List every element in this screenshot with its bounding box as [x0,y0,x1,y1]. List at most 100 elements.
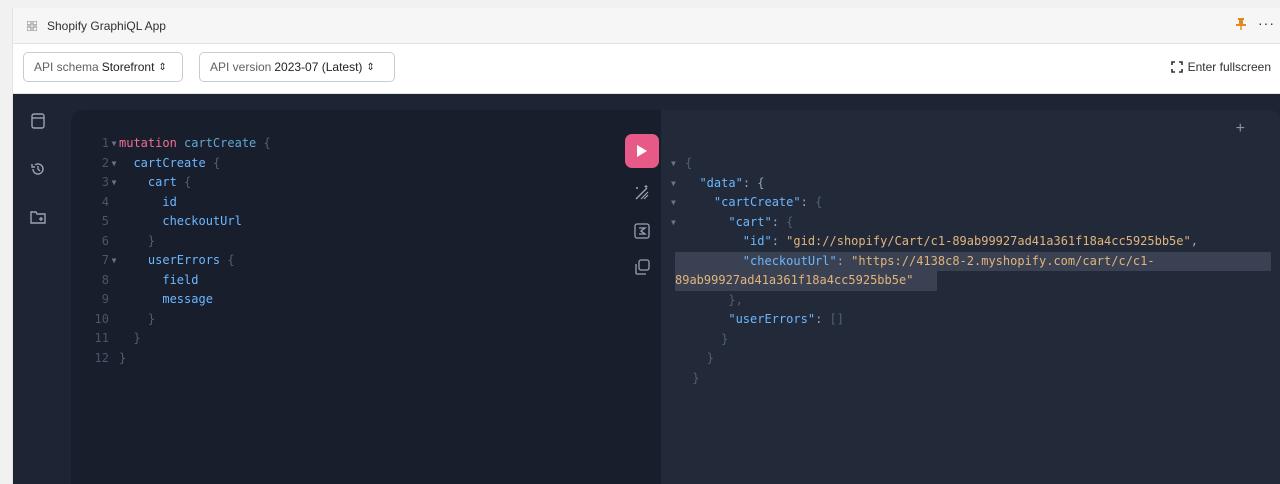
field-name: id [162,194,177,209]
fullscreen-icon [1170,61,1183,73]
code-line: 3 ▼ cart { [71,173,271,193]
api-schema-value: Storefront [101,60,155,74]
line-number: 3 [101,175,109,189]
response-value: "gid://shopify/Cart/c1-89ab99927ad41a361… [786,234,1191,248]
fold-icon [109,232,119,252]
response-line: ▼{ [671,154,1280,174]
line-number: 5 [101,214,109,228]
response-key: "userErrors" [728,312,816,326]
response-value: 89ab99927ad41a361f18a4cc5925bb5e" [675,273,914,287]
brace: } [119,350,127,365]
response-line: "id": "gid://shopify/Cart/c1-89ab99927ad… [742,234,1198,248]
field-name: field [162,272,199,287]
merge-fragments-icon[interactable] [631,220,653,242]
api-version-select[interactable]: API version 2023-07 (Latest) ⇕ [199,52,395,82]
fold-icon [109,271,119,291]
response-line: ▼ "cart": { [671,213,1280,233]
pin-icon[interactable] [1236,17,1246,35]
fold-icon[interactable]: ▼ [671,193,676,213]
play-icon [637,145,647,157]
code-line: 12} [71,349,271,369]
code-line: 8 field [71,271,271,291]
query-editor[interactable]: 1 ▼ mutation cartCreate { 2 ▼ cartCreate { … [71,110,661,484]
response-value: "https://4138c8-2.myshopify.com/cart/c/c… [851,253,1155,268]
operation-name: cartCreate [184,136,257,150]
response-key: "data" [699,175,743,190]
fold-icon [109,310,119,330]
line-number: 8 [101,272,109,287]
brace: { [184,175,192,189]
code-line: 6 } [71,232,271,252]
field-name: userErrors [147,253,221,267]
keyword-mutation: mutation [119,136,177,150]
response-line: }, [728,292,743,307]
fold-icon[interactable]: ▼ [109,154,119,174]
enter-fullscreen-button[interactable]: Enter fullscreen [1170,52,1271,82]
line-number: 1 [101,136,109,150]
copy-query-icon[interactable] [631,256,653,278]
fold-icon[interactable]: ▼ [671,174,676,194]
graphiql-container: 1 ▼ mutation cartCreate { 2 ▼ cartCreate { … [13,94,1280,484]
select-caret-icon: ⇕ [158,61,167,73]
line-number: 7 [101,253,109,267]
prettify-icon[interactable] [631,182,653,204]
api-schema-label: API schema [34,60,99,74]
fold-icon [109,349,119,369]
fold-icon[interactable]: ▼ [671,213,676,233]
brace: } [147,233,156,248]
response-key: "id" [742,234,772,248]
line-number: 9 [101,292,109,306]
field-name: cartCreate [133,155,206,170]
api-version-value: 2023-07 (Latest) [274,60,363,74]
line-number: 12 [94,350,109,365]
run-query-button[interactable] [625,134,659,168]
response-panel: + ▼{ ▼ "data": { ▼ "cartCreate": { ▼ "ca… [661,110,1280,484]
brace: } [133,331,141,345]
fold-icon [109,329,119,349]
code-line: 9 message [71,290,271,310]
response-key: "cart" [728,214,772,229]
response-line: ▼ "data": { [671,174,1280,194]
fold-icon[interactable]: ▼ [109,134,119,154]
add-tab-icon[interactable]: + [1236,120,1245,138]
brace: { [227,253,235,267]
response-line: } [692,370,700,385]
fold-icon[interactable]: ▼ [109,251,119,271]
response-line: ▼ "cartCreate": { [671,193,1280,213]
line-number: 2 [101,155,109,170]
toolbar: API schema Storefront ⇕ API version 2023… [13,44,1280,94]
response-line: } [706,351,714,365]
fold-icon[interactable]: ▼ [671,154,676,174]
fold-icon [109,290,119,310]
field-name: cart [147,175,177,189]
code-line: 7 ▼ userErrors { [71,251,271,271]
response-value: [] [829,312,844,326]
history-icon[interactable] [29,160,47,178]
explorer-icon[interactable] [29,208,47,226]
title-bar: Shopify GraphiQL App ··· [13,8,1280,44]
app-grid-icon [27,20,37,31]
field-name: message [162,292,213,306]
app-title: Shopify GraphiQL App [47,18,166,33]
code-line: 10 } [71,310,271,330]
docs-icon[interactable] [29,112,47,130]
response-line: 89ab99927ad41a361f18a4cc5925bb5e" [675,271,1280,291]
api-schema-select[interactable]: API schema Storefront ⇕ [23,52,183,82]
query-code[interactable]: 1 ▼ mutation cartCreate { 2 ▼ cartCreate { … [71,134,271,368]
line-number: 4 [101,194,109,209]
brace: } [147,311,156,326]
response-code: ▼{ ▼ "data": { ▼ "cartCreate": { ▼ "cart… [671,154,1280,388]
code-line: 4 id [71,193,271,213]
line-number: 10 [94,311,109,326]
code-line: 2 ▼ cartCreate { [71,154,271,174]
more-options-icon[interactable]: ··· [1258,16,1275,34]
response-line: "userErrors": [] [728,312,844,326]
line-number: 11 [94,331,109,345]
api-version-label: API version [210,60,272,74]
app-frame: Shopify GraphiQL App ··· API schema Stor… [12,8,1280,484]
line-number: 6 [101,233,109,248]
brace: { [263,136,271,150]
select-caret-icon: ⇕ [366,61,375,73]
graphiql-sidebar [13,94,65,484]
fold-icon[interactable]: ▼ [109,173,119,193]
